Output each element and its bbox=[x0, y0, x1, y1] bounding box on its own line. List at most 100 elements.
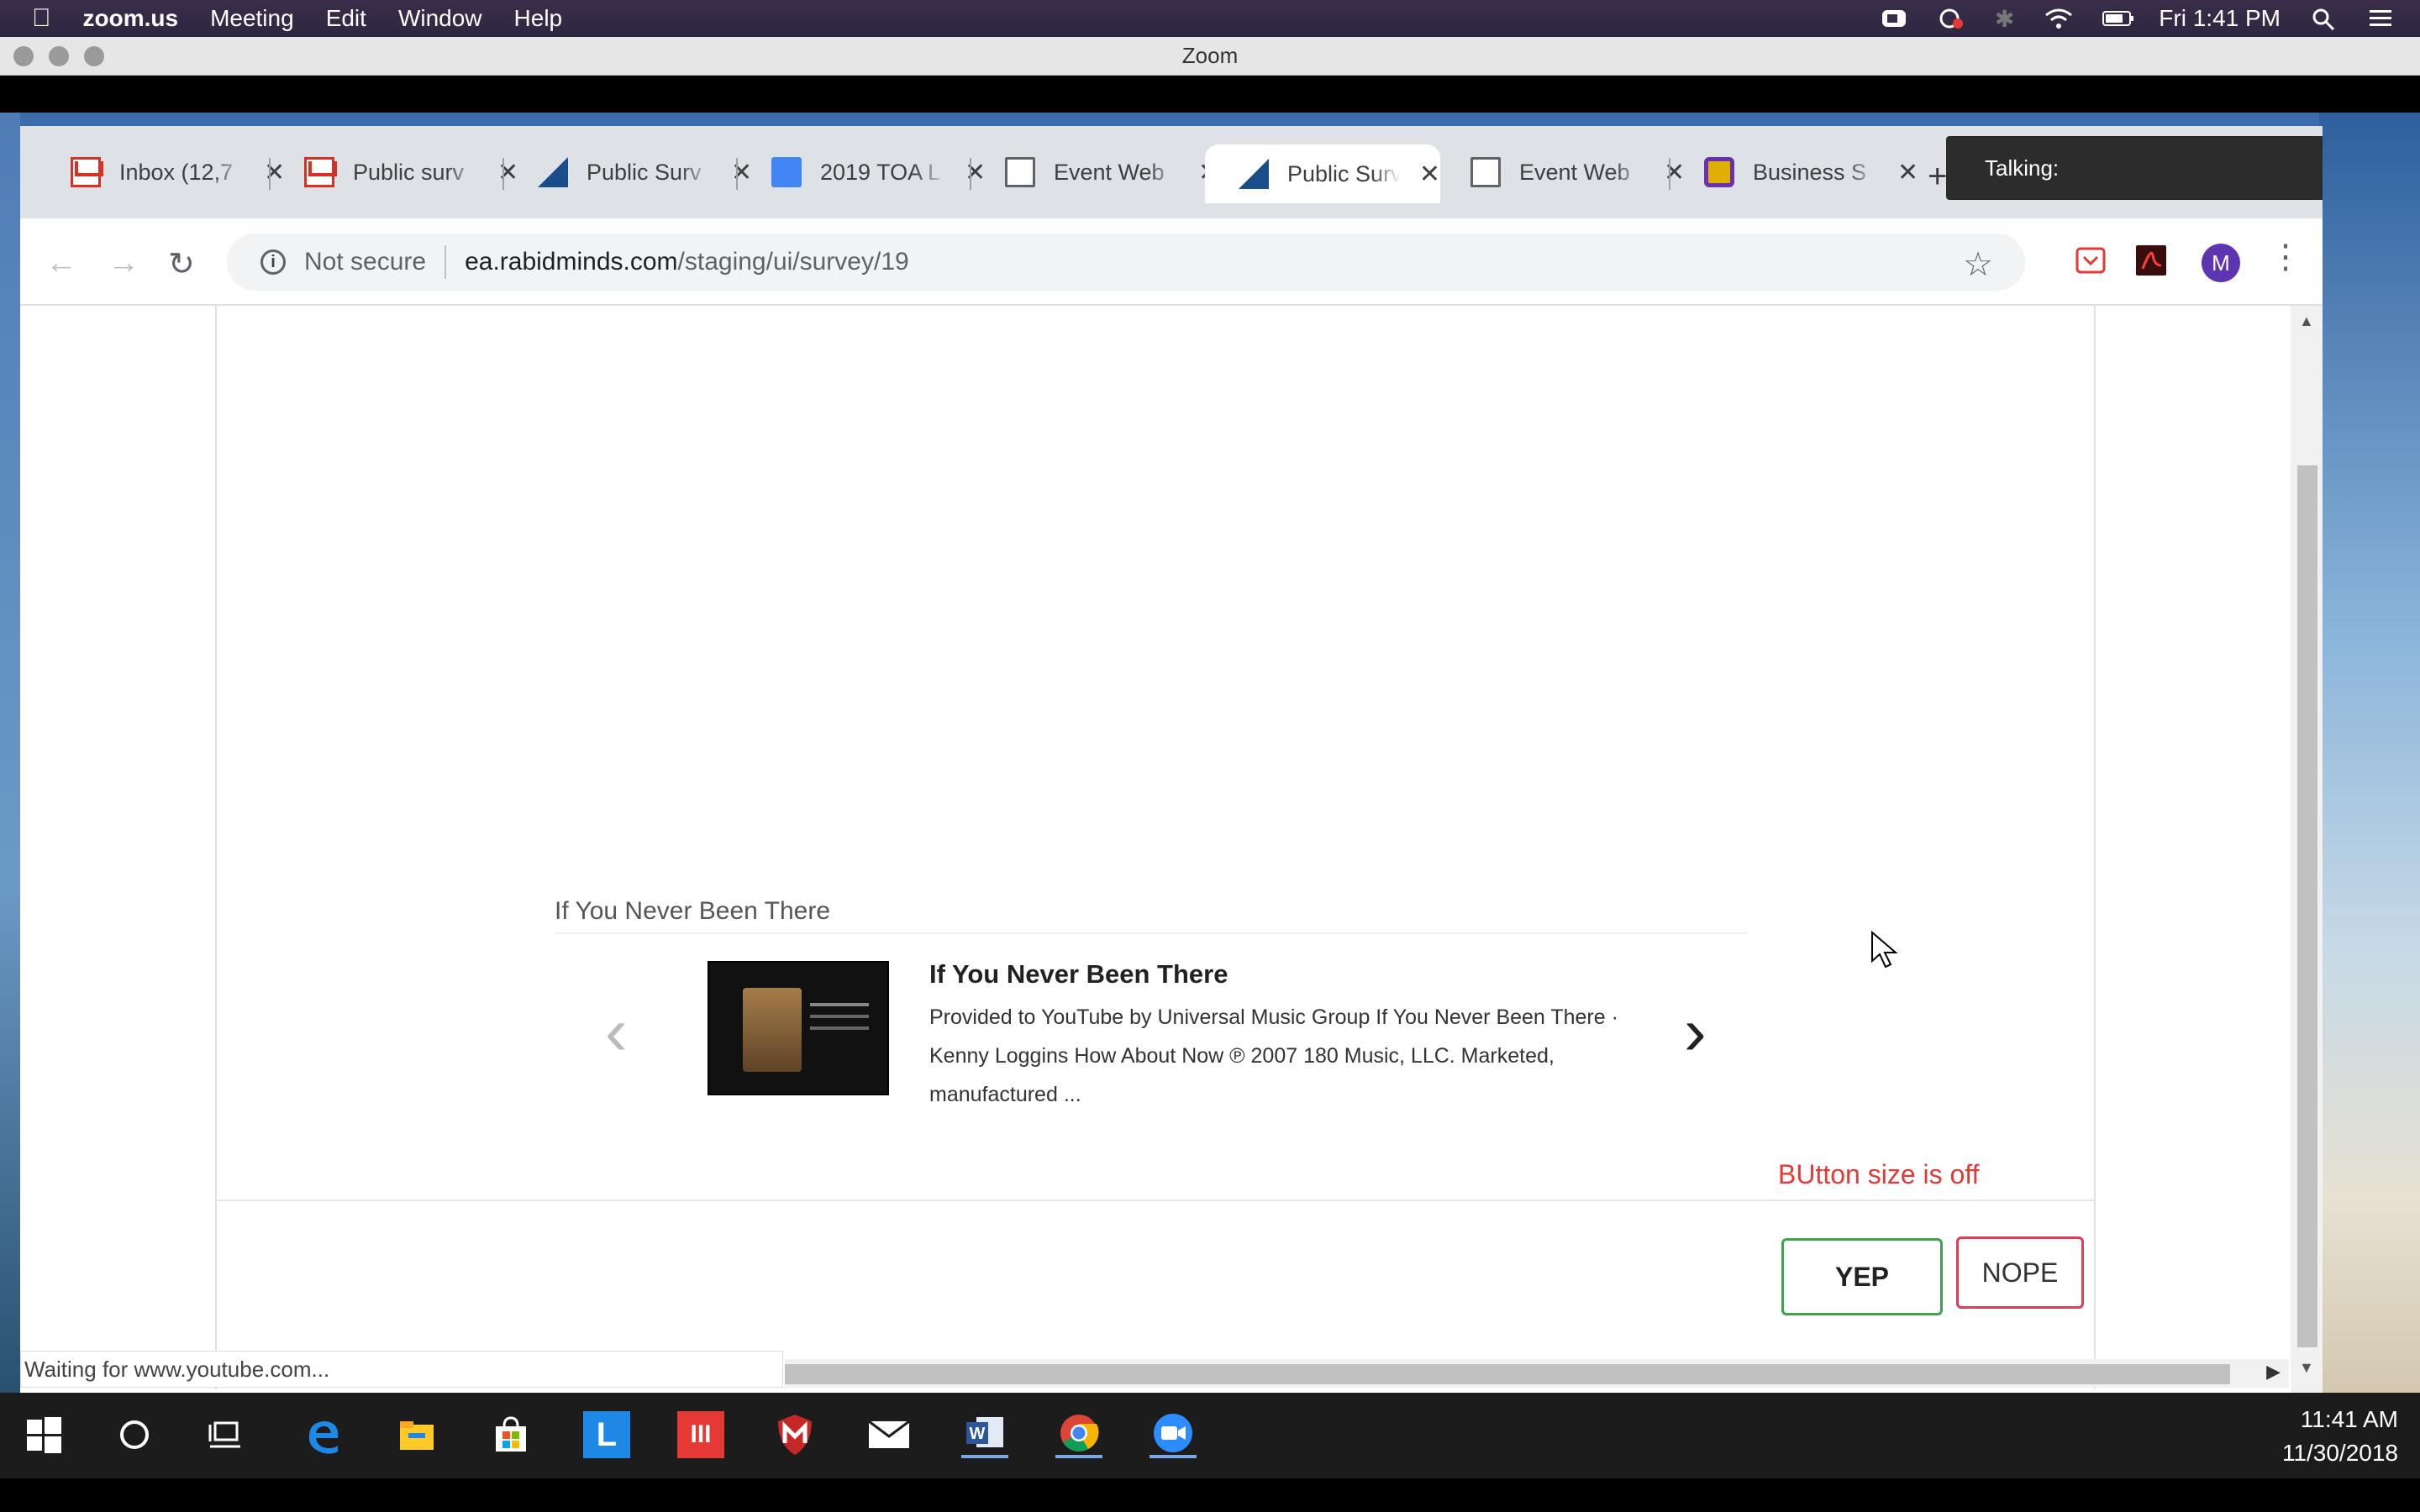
video-camera-icon[interactable] bbox=[1881, 7, 1907, 30]
tab-inbox[interactable]: Inbox (12,7 ✕ bbox=[37, 146, 285, 198]
tab-event-web-1[interactable]: Event Web ✕ bbox=[971, 146, 1219, 198]
tab-title: Public surv bbox=[353, 159, 465, 185]
status-bubble: Waiting for www.youtube.com... bbox=[20, 1351, 783, 1388]
tab-event-web-2[interactable]: Event Web ✕ bbox=[1437, 146, 1685, 198]
tab-public-survey-1[interactable]: Public Surv ✕ bbox=[504, 146, 752, 198]
taskbar-clock[interactable]: 11:41 AM 11/30/2018 bbox=[2282, 1403, 2398, 1470]
zoom-share-border bbox=[0, 76, 2420, 113]
windows-taskbar: L III W 11:41 AM 11/30/2018 bbox=[0, 1393, 2420, 1478]
tab-public-survey-gmail[interactable]: Public surv ✕ bbox=[271, 146, 518, 198]
reload-icon[interactable]: ↻ bbox=[168, 245, 195, 283]
yep-button[interactable]: YEP bbox=[1781, 1238, 1943, 1315]
zoom-icon[interactable] bbox=[1150, 1411, 1197, 1458]
bluetooth-icon[interactable]: ✱ bbox=[1995, 5, 2014, 33]
menubar-clock[interactable]: Fri 1:41 PM bbox=[2159, 5, 2281, 32]
app-menu[interactable]: zoom.us bbox=[83, 5, 179, 32]
annotation-note: BUtton size is off bbox=[1778, 1159, 1980, 1189]
tab-title: Event Web bbox=[1054, 159, 1165, 185]
cortana-icon[interactable] bbox=[111, 1411, 158, 1458]
info-icon[interactable]: i bbox=[260, 249, 286, 275]
horizontal-scrollbar[interactable]: ▶ bbox=[785, 1359, 2289, 1388]
menu-edit[interactable]: Edit bbox=[326, 5, 366, 32]
chrome-menu-icon[interactable]: ⋮ bbox=[2269, 240, 2302, 274]
tab-2019-toa[interactable]: 2019 TOA L ✕ bbox=[738, 146, 986, 198]
forward-arrow-icon[interactable]: → bbox=[108, 245, 139, 281]
taskbar-date: 11/30/2018 bbox=[2281, 1440, 2398, 1466]
triangle-logo-icon bbox=[1239, 159, 1269, 189]
menu-help[interactable]: Help bbox=[514, 5, 563, 32]
url-host[interactable]: ea.rabidminds.com bbox=[465, 248, 677, 276]
tab-title: Inbox (12,7 bbox=[119, 159, 234, 185]
wallpaper-right bbox=[2319, 113, 2420, 1393]
mcafee-icon[interactable] bbox=[771, 1411, 818, 1458]
minimize-window-button[interactable] bbox=[49, 46, 69, 66]
video-heading: If You Never Been There bbox=[555, 897, 831, 925]
tab-business[interactable]: Business S ✕ bbox=[1670, 146, 1918, 198]
triangle-logo-icon bbox=[538, 157, 568, 187]
word-icon[interactable]: W bbox=[961, 1411, 1008, 1458]
close-tab-icon[interactable]: ✕ bbox=[1897, 158, 1918, 187]
l-app-icon[interactable]: L bbox=[583, 1411, 630, 1458]
start-icon[interactable] bbox=[20, 1411, 67, 1458]
survey-card: If You Never Been There ‹ If You Never B… bbox=[215, 306, 2096, 1389]
zoom-talking-indicator: Talking: bbox=[1946, 136, 2323, 200]
tab-title: 2019 TOA L bbox=[820, 159, 941, 185]
scroll-thumb[interactable] bbox=[2297, 465, 2317, 1347]
scroll-right-icon[interactable]: ▶ bbox=[2266, 1361, 2281, 1383]
carousel-next-icon[interactable]: › bbox=[1684, 998, 1707, 1065]
menu-meeting[interactable]: Meeting bbox=[210, 5, 294, 32]
address-divider bbox=[445, 245, 447, 279]
battery-icon[interactable] bbox=[2102, 7, 2134, 30]
notification-center-icon[interactable] bbox=[2368, 7, 2395, 30]
carousel-prev-icon[interactable]: ‹ bbox=[605, 998, 628, 1065]
profile-avatar[interactable]: M bbox=[2202, 244, 2240, 282]
page-icon bbox=[1005, 157, 1035, 187]
vertical-scrollbar[interactable]: ▲ ▼ bbox=[2291, 306, 2323, 1394]
wallpaper-left bbox=[0, 113, 20, 1393]
talking-label: Talking: bbox=[1985, 155, 2060, 181]
pocket-extension-icon[interactable] bbox=[2074, 244, 2107, 277]
survey-page: If You Never Been There ‹ If You Never B… bbox=[20, 306, 2323, 1394]
file-explorer-icon[interactable] bbox=[393, 1411, 440, 1458]
red-app-icon[interactable]: III bbox=[677, 1411, 724, 1458]
nope-button[interactable]: NOPE bbox=[1956, 1236, 2084, 1309]
mail-icon[interactable] bbox=[865, 1411, 913, 1458]
thumbnail-photo bbox=[743, 988, 802, 1072]
hscroll-thumb[interactable] bbox=[785, 1364, 2230, 1384]
tab-public-survey-active[interactable]: Public Surv ✕ bbox=[1205, 144, 1440, 203]
url-path[interactable]: /staging/ui/survey/19 bbox=[678, 248, 909, 276]
close-window-button[interactable] bbox=[13, 46, 34, 66]
mac-menubar:  zoom.us Meeting Edit Window Help ✱ Fri… bbox=[0, 0, 2420, 37]
tab-title: Public Surv bbox=[587, 159, 702, 185]
svg-text:W: W bbox=[970, 1425, 986, 1443]
scroll-up-icon[interactable]: ▲ bbox=[2299, 312, 2314, 330]
chrome-icon[interactable] bbox=[1055, 1411, 1102, 1458]
bookmark-star-icon[interactable]: ☆ bbox=[1963, 245, 1993, 284]
browser-window: Inbox (12,7 ✕ Public surv ✕ Public Surv … bbox=[20, 126, 2323, 1394]
edge-icon[interactable] bbox=[299, 1411, 346, 1458]
zoom-window-button[interactable] bbox=[84, 46, 104, 66]
menu-window[interactable]: Window bbox=[398, 5, 482, 32]
tab-strip: Inbox (12,7 ✕ Public surv ✕ Public Surv … bbox=[20, 126, 2323, 218]
tab-title: Public Surv bbox=[1287, 160, 1401, 186]
task-view-icon[interactable] bbox=[202, 1411, 249, 1458]
browser-toolbar: ← → ↻ i Not secure ea.rabidminds.com /st… bbox=[20, 218, 2323, 306]
scroll-down-icon[interactable]: ▼ bbox=[2299, 1359, 2314, 1377]
divider bbox=[555, 932, 1748, 934]
video-title[interactable]: If You Never Been There bbox=[929, 959, 1228, 990]
gmail-icon bbox=[71, 157, 101, 187]
taskbar-time: 11:41 AM bbox=[2300, 1406, 2398, 1432]
address-bar[interactable]: i Not secure ea.rabidminds.com /staging/… bbox=[227, 234, 2025, 291]
adobe-acrobat-icon[interactable] bbox=[2134, 244, 2168, 277]
back-arrow-icon[interactable]: ← bbox=[45, 245, 77, 281]
creative-cloud-icon[interactable] bbox=[1938, 7, 1965, 30]
gmail-icon bbox=[304, 157, 334, 187]
new-tab-button[interactable]: + bbox=[1928, 158, 1947, 196]
video-thumbnail[interactable] bbox=[708, 961, 889, 1095]
wifi-icon[interactable] bbox=[2044, 7, 2073, 30]
spotlight-search-icon[interactable] bbox=[2311, 7, 2338, 31]
zoom-window-title: Zoom bbox=[1181, 43, 1239, 68]
security-label[interactable]: Not secure bbox=[304, 248, 426, 276]
apple-icon[interactable]:  bbox=[32, 4, 51, 33]
store-icon[interactable] bbox=[487, 1411, 534, 1458]
